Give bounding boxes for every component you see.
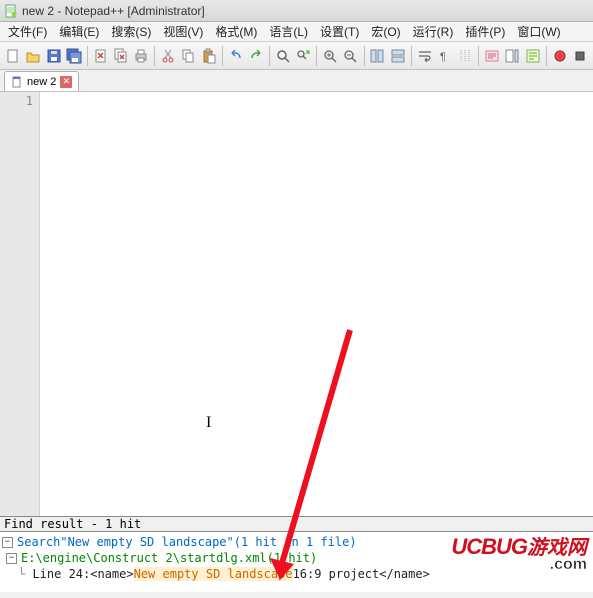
file-icon bbox=[11, 76, 23, 88]
find-button[interactable] bbox=[274, 45, 292, 67]
undo-button[interactable] bbox=[227, 45, 245, 67]
toolbar-separator bbox=[154, 46, 155, 66]
menu-window[interactable]: 窗口(W) bbox=[511, 21, 566, 42]
save-all-button[interactable] bbox=[65, 45, 83, 67]
show-all-chars-button[interactable]: ¶ bbox=[436, 45, 454, 67]
find-header-label: Find result - 1 hit bbox=[4, 517, 141, 531]
titlebar: new 2 - Notepad++ [Administrator] bbox=[0, 0, 593, 22]
menu-settings[interactable]: 设置(T) bbox=[314, 21, 365, 42]
func-list-button[interactable] bbox=[524, 45, 542, 67]
toolbar-separator bbox=[222, 46, 223, 66]
collapse-icon[interactable]: − bbox=[6, 553, 17, 564]
sync-h-button[interactable] bbox=[389, 45, 407, 67]
toolbar-separator bbox=[316, 46, 317, 66]
app-icon bbox=[4, 4, 18, 18]
menu-edit[interactable]: 编辑(E) bbox=[53, 21, 105, 42]
paste-button[interactable] bbox=[200, 45, 218, 67]
search-term: "New empty SD landscape" bbox=[60, 535, 233, 549]
tab-label: new 2 bbox=[27, 76, 56, 88]
line-suffix: 16:9 project</name> bbox=[293, 567, 430, 581]
print-button[interactable] bbox=[132, 45, 150, 67]
menu-macro[interactable]: 宏(O) bbox=[365, 21, 406, 42]
replace-button[interactable] bbox=[294, 45, 312, 67]
text-area[interactable]: I bbox=[40, 92, 593, 516]
user-lang-button[interactable] bbox=[483, 45, 501, 67]
open-file-button[interactable] bbox=[24, 45, 42, 67]
text-cursor-icon: I bbox=[206, 414, 211, 432]
tabbar: new 2 ✕ bbox=[0, 70, 593, 92]
file-path-line[interactable]: − E:\engine\Construct 2\startdlg.xml (1 … bbox=[0, 550, 593, 566]
save-button[interactable] bbox=[44, 45, 62, 67]
toolbar-separator bbox=[269, 46, 270, 66]
wordwrap-button[interactable] bbox=[416, 45, 434, 67]
menu-file[interactable]: 文件(F) bbox=[2, 21, 53, 42]
file-path: E:\engine\Construct 2\startdlg.xml bbox=[21, 551, 267, 565]
menubar: 文件(F) 编辑(E) 搜索(S) 视图(V) 格式(M) 语言(L) 设置(T… bbox=[0, 22, 593, 42]
file-hit-count: (1 hit) bbox=[267, 551, 318, 565]
menu-view[interactable]: 视图(V) bbox=[157, 21, 209, 42]
toolbar-separator bbox=[411, 46, 412, 66]
toolbar: ¶ bbox=[0, 42, 593, 70]
collapse-icon[interactable]: − bbox=[2, 537, 13, 548]
find-results-panel: − Search "New empty SD landscape" (1 hit… bbox=[0, 532, 593, 592]
toolbar-separator bbox=[364, 46, 365, 66]
match-text: New empty SD landscape bbox=[134, 567, 293, 581]
copy-button[interactable] bbox=[179, 45, 197, 67]
search-summary-line[interactable]: − Search "New empty SD landscape" (1 hit… bbox=[0, 534, 593, 550]
record-macro-button[interactable] bbox=[551, 45, 569, 67]
zoom-out-button[interactable] bbox=[341, 45, 359, 67]
sync-v-button[interactable] bbox=[368, 45, 386, 67]
zoom-in-button[interactable] bbox=[321, 45, 339, 67]
toolbar-separator bbox=[546, 46, 547, 66]
new-file-button[interactable] bbox=[4, 45, 22, 67]
line-number-label: Line 24: bbox=[32, 567, 90, 581]
menu-run[interactable]: 运行(R) bbox=[407, 21, 460, 42]
result-line[interactable]: └ Line 24: <name> New empty SD landscape… bbox=[0, 566, 593, 582]
search-count: (1 hit in 1 file) bbox=[234, 535, 357, 549]
search-label: Search bbox=[17, 535, 60, 549]
close-button[interactable] bbox=[92, 45, 110, 67]
doc-map-button[interactable] bbox=[503, 45, 521, 67]
menu-search[interactable]: 搜索(S) bbox=[105, 21, 157, 42]
redo-button[interactable] bbox=[247, 45, 265, 67]
close-all-button[interactable] bbox=[112, 45, 130, 67]
cut-button[interactable] bbox=[159, 45, 177, 67]
editor-area: 1 I bbox=[0, 92, 593, 516]
window-title: new 2 - Notepad++ [Administrator] bbox=[22, 4, 205, 18]
svg-text:¶: ¶ bbox=[440, 51, 446, 63]
line-prefix: <name> bbox=[90, 567, 133, 581]
tab-new2[interactable]: new 2 ✕ bbox=[4, 71, 79, 91]
stop-macro-button[interactable] bbox=[571, 45, 589, 67]
line-number: 1 bbox=[0, 94, 33, 108]
find-result-header[interactable]: Find result - 1 hit bbox=[0, 516, 593, 532]
toolbar-separator bbox=[478, 46, 479, 66]
line-gutter: 1 bbox=[0, 92, 40, 516]
menu-format[interactable]: 格式(M) bbox=[209, 21, 263, 42]
menu-language[interactable]: 语言(L) bbox=[263, 21, 314, 42]
toolbar-separator bbox=[87, 46, 88, 66]
tree-connector-icon: └ bbox=[18, 567, 32, 581]
tab-close-button[interactable]: ✕ bbox=[60, 76, 72, 88]
indent-guide-button[interactable] bbox=[456, 45, 474, 67]
menu-plugins[interactable]: 插件(P) bbox=[459, 21, 511, 42]
